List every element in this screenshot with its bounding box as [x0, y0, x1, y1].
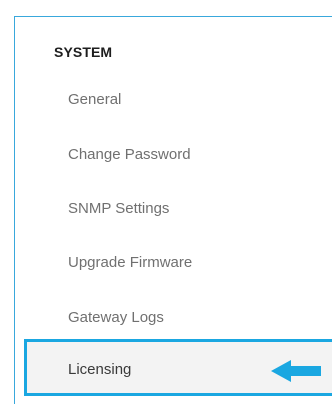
menu-item-general[interactable]: General	[68, 91, 121, 108]
menu-item-snmp-settings[interactable]: SNMP Settings	[68, 200, 169, 217]
menu-item-upgrade-firmware[interactable]: Upgrade Firmware	[68, 254, 192, 271]
menu-item-licensing[interactable]: Licensing	[24, 339, 332, 396]
menu-item-licensing-label: Licensing	[68, 361, 132, 378]
section-title-system: SYSTEM	[54, 44, 113, 60]
menu-item-gateway-logs[interactable]: Gateway Logs	[68, 309, 164, 326]
menu-item-change-password[interactable]: Change Password	[68, 146, 191, 163]
arrow-left-icon	[271, 360, 321, 382]
